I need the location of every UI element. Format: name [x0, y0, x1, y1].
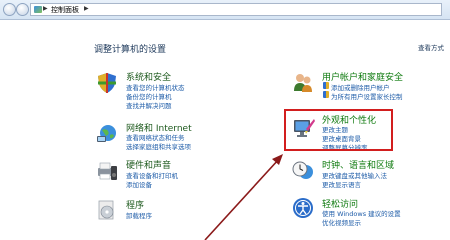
link-homegroup-sharing[interactable]: 选择家庭组和共享选项: [126, 141, 191, 151]
clock-globe-icon[interactable]: [292, 160, 314, 182]
printer-speaker-icon[interactable]: [96, 160, 118, 182]
link-parental-controls[interactable]: 为所有用户设置家长控制: [331, 91, 403, 101]
forward-button[interactable]: [16, 3, 29, 16]
link-add-device[interactable]: 添加设备: [126, 179, 152, 189]
network-globe-icon[interactable]: [96, 122, 118, 144]
chevron-right-icon[interactable]: ▶: [84, 5, 89, 12]
shield-icon: [323, 91, 329, 98]
link-optimize-visual-display[interactable]: 优化视频显示: [322, 217, 361, 227]
page-title: 调整计算机的设置: [94, 45, 167, 55]
back-button[interactable]: [3, 3, 16, 16]
users-icon[interactable]: [292, 72, 314, 94]
shield-icon[interactable]: [96, 72, 118, 94]
view-by-label[interactable]: 查看方式: [418, 42, 444, 52]
link-change-display-language[interactable]: 更改显示语言: [322, 179, 361, 189]
program-disc-icon[interactable]: [96, 199, 118, 221]
chevron-right-icon[interactable]: ▶: [43, 5, 48, 12]
control-panel-icon: [34, 6, 42, 13]
shield-icon: [323, 82, 329, 89]
ease-of-access-icon[interactable]: [292, 197, 314, 219]
breadcrumb[interactable]: ▶ 控制面板 ▶: [30, 3, 442, 16]
highlight-box: [284, 109, 393, 151]
address-bar: ▶ 控制面板 ▶: [0, 0, 450, 20]
breadcrumb-control-panel[interactable]: 控制面板: [51, 5, 79, 15]
link-uninstall-program[interactable]: 卸载程序: [126, 210, 152, 220]
link-find-fix-problems[interactable]: 查找并解决问题: [126, 100, 172, 110]
